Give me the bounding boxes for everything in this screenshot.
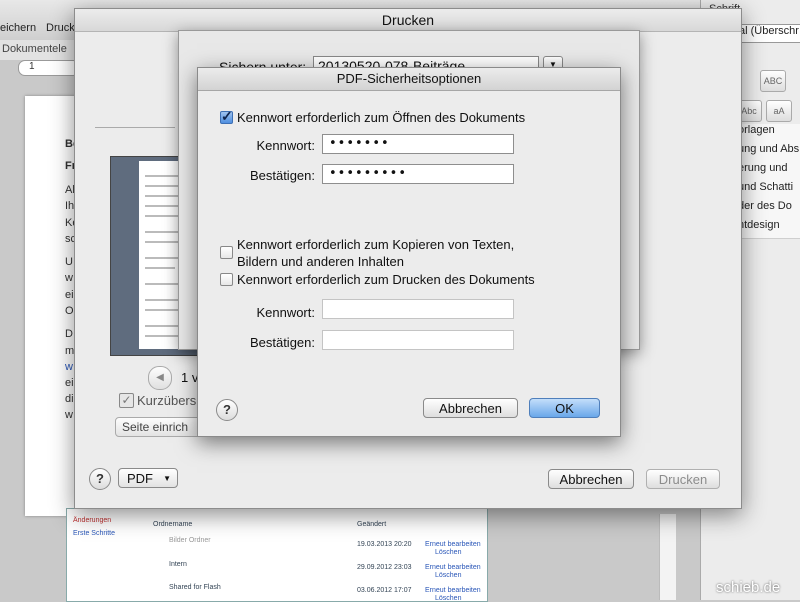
row-name: Bilder Ordner: [169, 537, 211, 544]
copy-password-checkbox-label-line2: Bildern und anderen Inhalten: [237, 254, 404, 269]
delete-link[interactable]: Löschen: [435, 549, 461, 556]
background-file-list: Änderungen Erste Schritte Ordnername Geä…: [66, 508, 488, 602]
style-button-abc[interactable]: ABC: [760, 70, 786, 92]
print-help-button[interactable]: ?: [89, 468, 111, 490]
doc-fragment: O: [65, 305, 74, 317]
doc-fragment: Ih: [65, 200, 75, 212]
permissions-password-field[interactable]: [322, 299, 514, 319]
ruler[interactable]: 1: [18, 60, 80, 76]
permissions-confirm-label: Bestätigen:: [249, 335, 315, 350]
style-button-aa[interactable]: aA: [766, 100, 792, 122]
pdf-menu-button[interactable]: PDF ▼: [118, 468, 178, 488]
document-tab-row: Dokumentele: [0, 40, 80, 60]
delete-link[interactable]: Löschen: [435, 572, 461, 579]
print-button[interactable]: Drucken: [646, 469, 720, 489]
previous-page-button[interactable]: ◀: [148, 366, 172, 390]
doc-fragment: di: [65, 393, 74, 405]
copy-password-checkbox-label-line1: Kennwort erforderlich zum Kopieren von T…: [237, 237, 515, 252]
ok-button[interactable]: OK: [529, 398, 600, 418]
document-elements-tab[interactable]: Dokumentele: [2, 43, 67, 55]
delete-link[interactable]: Löschen: [435, 595, 461, 602]
print-toolbar-label: Druck: [46, 22, 75, 34]
edit-link[interactable]: Erneut bearbeiten: [425, 587, 481, 594]
permissions-password-label: Kennwort:: [256, 305, 315, 320]
open-confirm-field[interactable]: •••••••••: [322, 164, 514, 184]
row-name: Shared for Flash: [169, 584, 221, 591]
doc-fragment: m: [65, 345, 75, 357]
print-dialog-title: Drucken: [75, 9, 741, 32]
doc-fragment: w: [65, 361, 73, 373]
vertical-scrollbar[interactable]: [659, 514, 676, 600]
edit-link[interactable]: Erneut bearbeiten: [425, 541, 481, 548]
row-date: 29.09.2012 23:03: [357, 564, 412, 571]
row-name: Intern: [169, 561, 187, 568]
sidebar-link-changes[interactable]: Änderungen: [73, 517, 111, 524]
doc-fragment: ei: [65, 377, 74, 389]
doc-fragment: U: [65, 256, 73, 268]
divider: [95, 127, 175, 128]
doc-fragment: w: [65, 272, 73, 284]
thumbnail-label: Kurzübersic: [137, 393, 206, 408]
thumbnail-checkbox[interactable]: ✓: [119, 393, 134, 408]
doc-fragment: ei: [65, 289, 74, 301]
watermark: schieb.de: [716, 579, 781, 596]
palette-item[interactable]: orlagen: [738, 124, 800, 144]
open-password-checkbox[interactable]: [220, 108, 233, 125]
palette-item[interactable]: erung und: [738, 162, 800, 182]
column-header-modified[interactable]: Geändert: [357, 521, 386, 528]
print-cancel-button[interactable]: Abbrechen: [548, 469, 634, 489]
style-select[interactable]: al (Überschr: [738, 24, 800, 43]
security-help-button[interactable]: ?: [216, 399, 238, 421]
doc-fragment: w: [65, 409, 73, 421]
security-dialog-title: PDF-Sicherheitsoptionen: [198, 68, 620, 91]
chevron-down-icon: ▼: [163, 474, 171, 483]
security-cancel-button[interactable]: Abbrechen: [423, 398, 518, 418]
save-toolbar-label: eichern: [0, 22, 37, 34]
copy-password-checkbox[interactable]: [220, 246, 233, 259]
pdf-menu-label: PDF: [127, 471, 153, 486]
print-password-checkbox[interactable]: [220, 273, 233, 286]
row-date: 03.06.2012 17:07: [357, 587, 412, 594]
column-header-name[interactable]: Ordnername: [153, 521, 192, 528]
question-mark-icon: ?: [96, 471, 104, 486]
sidebar-link-first-steps[interactable]: Erste Schritte: [73, 530, 115, 537]
palette-item[interactable]: ntdesign: [738, 219, 800, 239]
doc-fragment: D: [65, 328, 73, 340]
pdf-security-dialog: PDF-Sicherheitsoptionen Kennwort erforde…: [197, 67, 621, 437]
open-password-field[interactable]: •••••••: [322, 134, 514, 154]
palette-item[interactable]: der des Do: [738, 200, 800, 220]
chevron-left-icon: ◀: [156, 372, 164, 383]
page-count: 1 v: [181, 370, 199, 385]
row-date: 19.03.2013 20:20: [357, 541, 412, 548]
open-password-checkbox-label: Kennwort erforderlich zum Öffnen des Dok…: [237, 110, 526, 125]
open-password-label: Kennwort:: [256, 138, 315, 153]
print-password-checkbox-label: Kennwort erforderlich zum Drucken des Do…: [237, 272, 535, 287]
question-mark-icon: ?: [223, 402, 231, 417]
edit-link[interactable]: Erneut bearbeiten: [425, 564, 481, 571]
palette-item[interactable]: ung und Abs: [738, 143, 800, 163]
ruler-value: 1: [29, 61, 35, 72]
open-confirm-label: Bestätigen:: [249, 168, 315, 183]
palette-item[interactable]: und Schatti: [738, 181, 800, 201]
permissions-confirm-field[interactable]: [322, 330, 514, 350]
